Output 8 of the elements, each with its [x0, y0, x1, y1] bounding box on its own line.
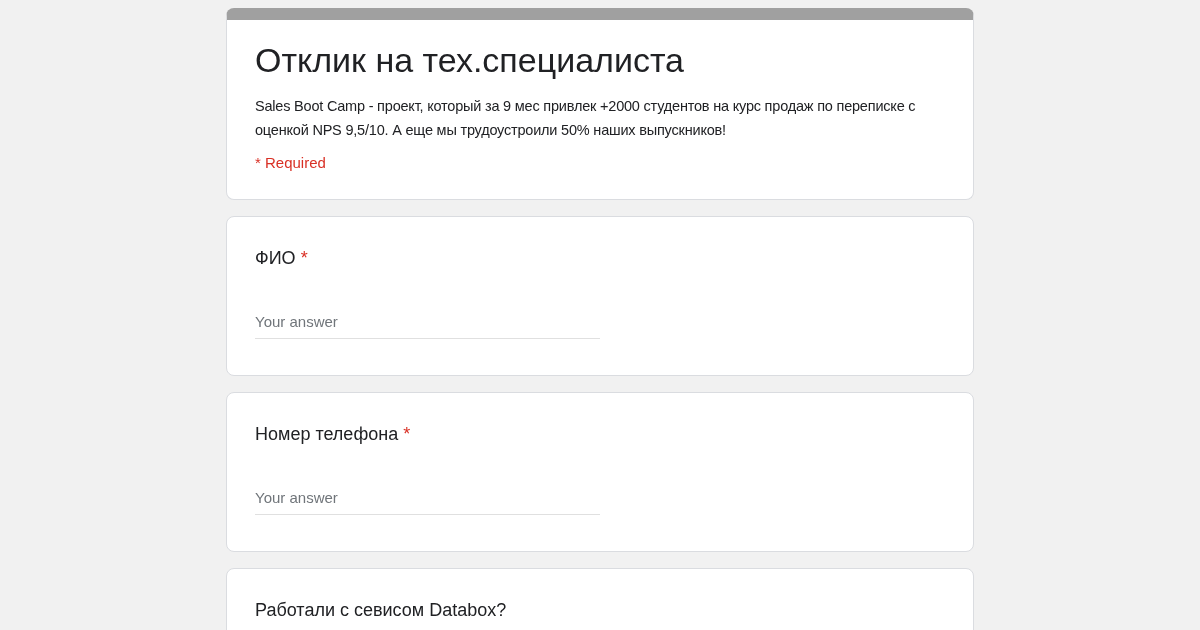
answer-field[interactable]: Your answer [255, 485, 600, 516]
question-label: ФИО * [255, 247, 308, 271]
required-note: * Required [255, 154, 327, 172]
form-description: Sales Boot Camp - проект, который за 9 мес привлек +2000 студентов на курс продаж по переписке с оценкой NPS 9,5/10. А еще мы трудоустроили 50% наших выпускников! [255, 97, 917, 141]
question-label: Номер телефона * [255, 423, 411, 447]
form-title: Отклик на тех.специалиста [255, 40, 685, 81]
question-label: Работали с севисом Databox? [255, 599, 507, 623]
answer-field[interactable]: Your answer [255, 309, 600, 340]
